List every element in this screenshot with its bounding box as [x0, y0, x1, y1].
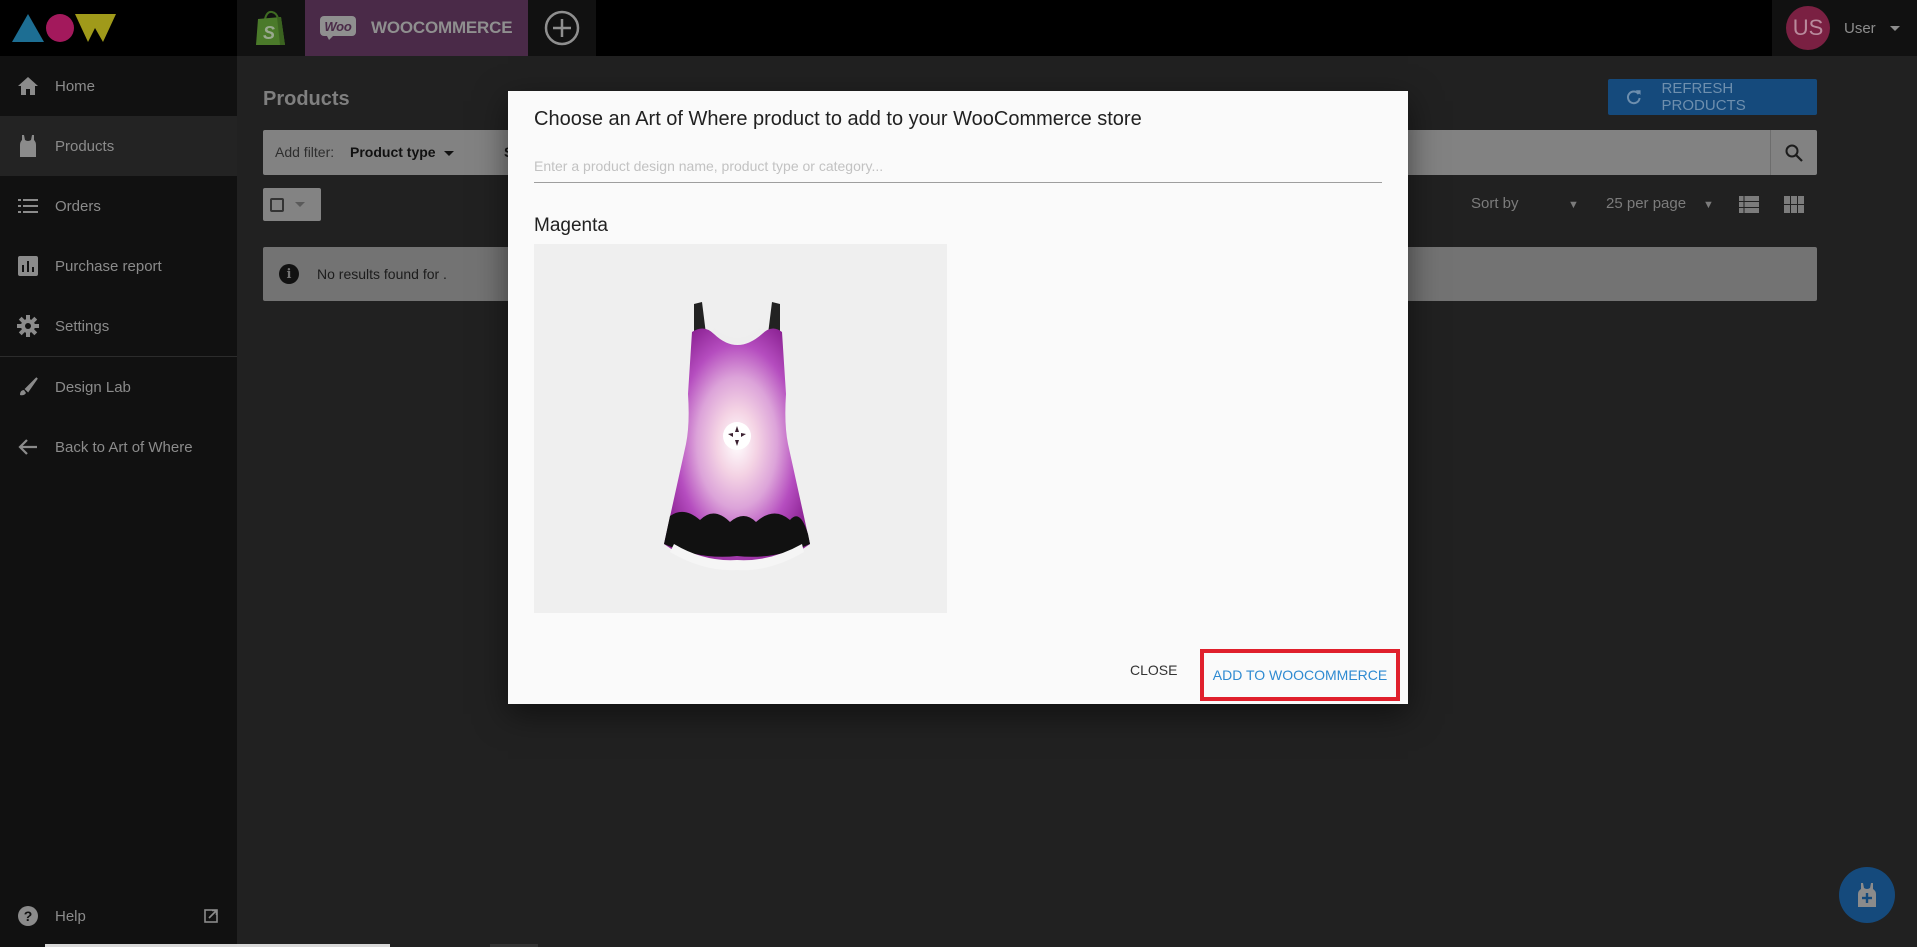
sidebar-item-label: Settings	[55, 317, 110, 335]
external-link-icon	[204, 909, 218, 923]
search-icon	[1785, 144, 1803, 162]
chevron-down-icon	[443, 150, 454, 156]
per-page-caret-icon: ▼	[1703, 199, 1714, 211]
sidebar-item-label: Home	[55, 77, 96, 95]
add-store-button[interactable]	[528, 0, 596, 56]
per-page-select[interactable]: 25 per page	[1606, 195, 1686, 212]
store-tab-label: WOOCOMMERCE	[371, 18, 513, 37]
sidebar-item-settings[interactable]: Settings	[0, 296, 237, 356]
product-type-filter[interactable]: Product type	[350, 144, 454, 160]
top-bar: S Woo WOOCOMMERCE US User	[0, 0, 1917, 56]
sidebar-item-label: Design Lab	[55, 378, 131, 396]
sidebar-item-label: Purchase report	[55, 257, 162, 275]
avatar: US	[1786, 6, 1830, 50]
sidebar-item-home[interactable]: Home	[0, 56, 237, 116]
user-name: User	[1844, 19, 1876, 37]
sidebar-item-design-lab[interactable]: Design Lab	[0, 357, 237, 417]
sort-by-select[interactable]: Sort by	[1471, 195, 1519, 212]
chevron-down-icon	[295, 202, 305, 207]
tank-top-icon	[16, 134, 40, 158]
sidebar-item-orders[interactable]: Orders	[0, 176, 237, 236]
sidebar-item-label: Products	[55, 137, 115, 155]
art-of-where-logo[interactable]	[10, 10, 120, 44]
shopify-bag-icon: S	[256, 10, 285, 45]
woo-badge-icon: Woo	[320, 16, 356, 40]
sidebar-item-help[interactable]: ? Help	[0, 886, 237, 946]
select-all-checkbox[interactable]	[270, 197, 284, 212]
help-icon: ?	[16, 904, 40, 928]
bar-chart-icon	[16, 254, 40, 278]
dialog-title: Choose an Art of Where product to add to…	[534, 108, 1142, 130]
store-tabs: S Woo WOOCOMMERCE	[237, 0, 597, 56]
store-tab-shopify[interactable]: S	[237, 0, 305, 56]
choose-product-dialog: Choose an Art of Where product to add to…	[508, 91, 1408, 704]
select-all-dropdown[interactable]	[263, 188, 321, 221]
refresh-icon	[1627, 90, 1641, 105]
filter-label: Add filter:	[275, 144, 335, 160]
sort-caret-icon: ▼	[1568, 199, 1579, 211]
add-circle-icon	[545, 10, 580, 46]
add-to-woocommerce-label: ADD TO WOOCOMMERCE	[1212, 667, 1388, 683]
info-icon: i	[279, 264, 299, 284]
sidebar-item-label: Back to Art of Where	[55, 438, 193, 456]
list-icon	[16, 194, 40, 218]
svg-text:S: S	[263, 23, 275, 43]
product-type-filter-label: Product type	[350, 144, 436, 160]
gear-icon	[16, 314, 40, 338]
sidebar-item-purchase-report[interactable]: Purchase report	[0, 236, 237, 296]
product-card[interactable]	[534, 244, 947, 613]
sidebar-item-back-to-art-of-where[interactable]: Back to Art of Where	[0, 417, 237, 477]
list-view-icon[interactable]	[1739, 196, 1759, 213]
add-product-icon	[1858, 883, 1876, 907]
refresh-products-button[interactable]: REFRESH PRODUCTS	[1608, 79, 1817, 115]
chevron-down-icon	[1889, 25, 1900, 31]
user-menu[interactable]: US User	[1772, 0, 1917, 56]
sidebar-item-label: Help	[55, 907, 86, 925]
product-name: Magenta	[534, 215, 608, 236]
no-results-message: No results found for .	[317, 266, 447, 282]
product-search-input[interactable]	[534, 149, 1382, 183]
sidebar: Home Products Orders Purchase report Set…	[0, 56, 237, 947]
page-title: Products	[263, 88, 350, 110]
refresh-products-label: REFRESH PRODUCTS	[1661, 80, 1746, 114]
search-button[interactable]	[1770, 130, 1817, 175]
close-button[interactable]: CLOSE	[1130, 662, 1177, 682]
add-to-woocommerce-button[interactable]: ADD TO WOOCOMMERCE	[1200, 649, 1400, 701]
arrow-left-icon	[16, 435, 40, 459]
add-product-fab[interactable]	[1839, 867, 1895, 923]
sidebar-item-products[interactable]: Products	[0, 116, 237, 176]
svg-text:?: ?	[24, 908, 33, 924]
grid-view-icon[interactable]	[1784, 196, 1804, 213]
product-image-dress	[664, 302, 810, 571]
store-tab-woocommerce[interactable]: Woo WOOCOMMERCE	[305, 0, 529, 56]
svg-text:Woo: Woo	[324, 19, 352, 34]
sidebar-item-label: Orders	[55, 197, 101, 215]
home-icon	[16, 74, 40, 98]
brush-icon	[16, 375, 40, 399]
